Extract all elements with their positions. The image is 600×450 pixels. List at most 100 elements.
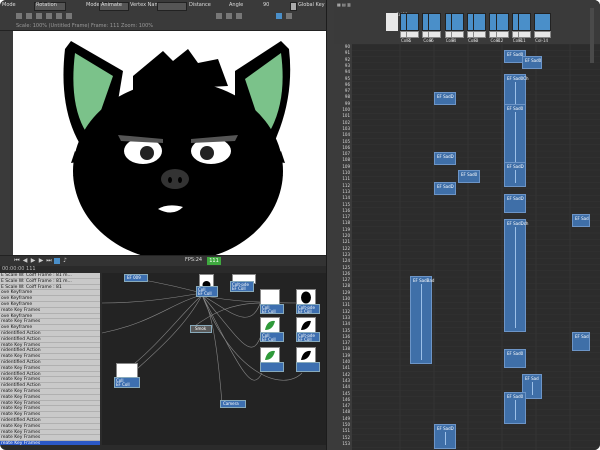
- cell-label: EF SadD: [437, 184, 454, 189]
- head: [73, 81, 283, 255]
- column-header[interactable]: [473, 13, 487, 31]
- cell-label: EF SadD: [507, 196, 524, 201]
- current-frame-field[interactable]: 111: [207, 257, 221, 265]
- node-camera[interactable]: Camera: [220, 400, 246, 408]
- column-header[interactable]: [517, 13, 531, 31]
- next-frame-button[interactable]: ▶: [38, 258, 44, 264]
- frame-number: 137: [342, 340, 350, 346]
- node-center[interactable]: Smok: [190, 325, 212, 333]
- node-cut1[interactable]: Coll EF Coll: [260, 304, 284, 314]
- tool-icon: [26, 13, 32, 19]
- frame-number: 90: [344, 44, 350, 49]
- frame-number: 150: [342, 422, 350, 427]
- frame-number: 131: [342, 302, 350, 308]
- toolbar-row-1: Mode Rotation Mode Animate Vertex Name D…: [0, 0, 330, 11]
- frame-number: 142: [342, 371, 350, 377]
- node-cut5[interactable]: [260, 362, 284, 372]
- tool-icon: [216, 13, 222, 19]
- xsheet-gridlines: [352, 43, 600, 450]
- tool-icons: [16, 13, 316, 19]
- sound-button[interactable]: ♪: [62, 258, 68, 264]
- column-thumbnail: [406, 31, 420, 38]
- xsheet-cell[interactable]: EF Sad0: [522, 56, 542, 69]
- xsheet-toolbar-icons: ▦ ▤ ▥: [337, 2, 351, 7]
- node-mouth[interactable]: Colt-pde EF Coll: [230, 281, 254, 292]
- global-key-label: Global Key: [298, 2, 325, 8]
- xsheet-cell[interactable]: EF SadD: [434, 424, 456, 450]
- column-header[interactable]: [450, 13, 464, 31]
- node-top[interactable]: EF 009: [124, 274, 148, 282]
- node-cut3[interactable]: Coll EF Coll: [260, 332, 284, 342]
- column-header[interactable]: [428, 13, 442, 31]
- xsheet-cell[interactable]: EF SadD: [504, 194, 526, 213]
- cut2-preview: [301, 291, 311, 304]
- column-thumbnail: [534, 31, 552, 38]
- xsheet-cell[interactable]: EF Sad0: [458, 170, 480, 183]
- frame-number: 103: [342, 125, 350, 131]
- fps-counter: FPS:24: [185, 257, 203, 263]
- mode2-label: Mode: [86, 2, 100, 8]
- xsheet-cell[interactable]: EF SadD: [504, 162, 526, 188]
- xsheet-grid[interactable]: EF Sad0 EF Sad0Ch EF Sad0 EF SadD EF Sad0 EF …: [352, 43, 600, 450]
- first-frame-button[interactable]: ⏮: [14, 258, 20, 264]
- frame-number: 112: [342, 182, 350, 188]
- viewport[interactable]: [13, 31, 326, 255]
- xsheet-cell[interactable]: EF SadD: [434, 92, 456, 105]
- frame-number: 136: [342, 333, 350, 339]
- nose: [161, 169, 189, 189]
- xsheet-cell[interactable]: EF SadBad: [410, 276, 434, 365]
- frame-number: 133: [342, 314, 350, 320]
- frame-number: 125: [342, 264, 350, 270]
- node-mid[interactable]: Coll EF Coll: [196, 286, 218, 297]
- xsheet-cell[interactable]: EF SadD: [434, 182, 456, 195]
- node-cut3-sub: EF Coll: [262, 337, 276, 342]
- xsheet-cell[interactable]: EF Sad: [572, 214, 590, 227]
- node-left[interactable]: Coll EF Coll: [114, 377, 140, 388]
- node-graph[interactable]: EF 009 Coll EF Coll Colt-pde EF Coll Smo…: [102, 273, 326, 445]
- vertex-input[interactable]: [157, 2, 187, 11]
- node-cut4[interactable]: Colt-pde EF Coll: [296, 332, 320, 342]
- tool-icon: [16, 13, 22, 19]
- frame-number: 130: [342, 296, 350, 301]
- cell-label: EF SadD: [437, 154, 454, 159]
- prev-frame-button[interactable]: ◀: [22, 258, 28, 264]
- frame-number: 117: [342, 214, 350, 220]
- camera-column[interactable]: [386, 13, 398, 31]
- frame-number: 104: [342, 132, 350, 138]
- frame-number: 99: [344, 100, 350, 106]
- tool-icon: [276, 13, 282, 19]
- history-list[interactable]: E Scale W: Coiff Frame : 81 m... E Scale …: [0, 273, 100, 445]
- frame-number: 109: [342, 163, 350, 169]
- node-cut2[interactable]: Colt-pde EF Coll: [296, 304, 320, 314]
- hold-line: [421, 284, 422, 361]
- xsheet-cell[interactable]: EF Sad0: [504, 349, 526, 368]
- loop-button[interactable]: [54, 258, 60, 264]
- frame-number: 94: [344, 69, 350, 75]
- xsheet-cell[interactable]: EF SadD: [434, 152, 456, 165]
- node-cut2-sub: EF Coll: [298, 309, 312, 314]
- cell-label: EF Sad0: [507, 351, 524, 356]
- scrollbar-icon[interactable]: [588, 8, 598, 68]
- frame-number: 100: [342, 107, 350, 112]
- global-key-checkbox[interactable]: [290, 2, 297, 11]
- history-item[interactable]: reate Key Frames: [0, 441, 100, 445]
- column-header[interactable]: [406, 13, 420, 31]
- column-header[interactable]: [495, 13, 509, 31]
- nostril-right: [178, 177, 182, 183]
- hold-line: [445, 432, 446, 446]
- frame-number: 92: [344, 56, 350, 62]
- tool-icon: [236, 13, 242, 19]
- frame-number: 122: [342, 245, 350, 251]
- xsheet-cell[interactable]: EF Sad0: [504, 392, 526, 424]
- column-thumbnail: [495, 31, 509, 38]
- last-frame-button[interactable]: ⏭: [46, 258, 52, 264]
- mode-value: Rotation: [36, 2, 57, 8]
- frame-number: 124: [342, 258, 350, 264]
- frame-number: 111: [342, 176, 350, 182]
- tool-icon: [46, 13, 52, 19]
- column-header[interactable]: [534, 13, 552, 31]
- node-cut6[interactable]: [296, 362, 320, 372]
- play-button[interactable]: ▶: [30, 258, 36, 264]
- xsheet-cell[interactable]: EF Sad: [572, 332, 590, 351]
- xsheet-cell[interactable]: EF SadDch: [504, 219, 528, 333]
